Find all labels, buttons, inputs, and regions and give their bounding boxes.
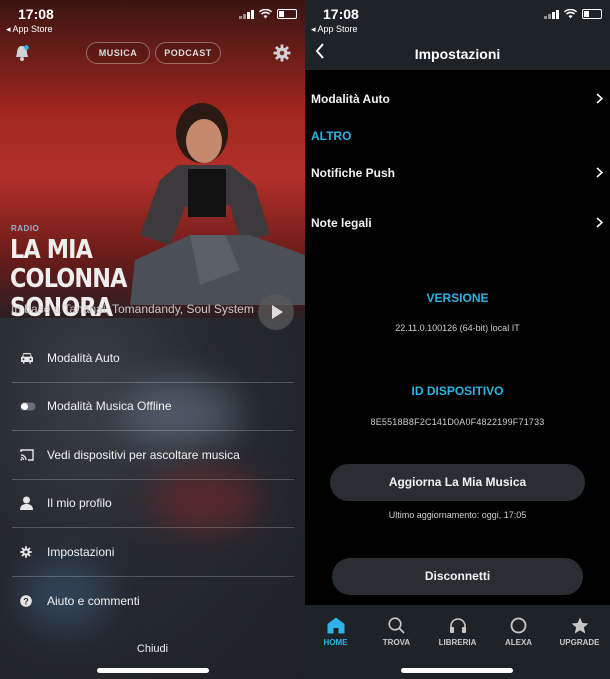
tab-upgrade[interactable]: UPGRADE — [549, 617, 610, 647]
wifi-icon — [564, 9, 577, 19]
signal-icon — [544, 9, 559, 19]
last-update-text: Ultimo aggiornamento: oggi, 17:05 — [388, 510, 527, 520]
menu-item-label: Vedi dispositivi per ascoltare musica — [47, 447, 240, 462]
music-home-screen: 17:08 ◂ App Store MUSICA PODCAST RADIO L… — [0, 0, 305, 679]
signal-icon — [239, 9, 254, 19]
menu-item-car-mode[interactable]: Modalità Auto — [12, 334, 294, 383]
menu-item-offline-mode[interactable]: Modalità Musica Offline — [12, 383, 294, 431]
bell-icon[interactable] — [14, 44, 30, 62]
menu-item-label: Impostazioni — [47, 544, 115, 559]
menu-item-profile[interactable]: Il mio profilo — [12, 480, 294, 528]
chevron-right-icon — [596, 217, 603, 228]
toggle-icon[interactable] — [20, 402, 36, 411]
hero-subtitle: In base a Tananai, Tomandandy, Soul Syst… — [11, 302, 254, 316]
status-time: 17:08 — [18, 6, 54, 22]
menu-item-label: Aiuto e commenti — [47, 593, 140, 608]
chevron-right-icon — [596, 167, 603, 178]
home-indicator[interactable] — [401, 668, 513, 673]
chevron-right-icon — [596, 93, 603, 104]
settings-header: 17:08 ◂ App Store Impostazioni — [305, 0, 610, 70]
refresh-music-button[interactable]: Aggiorna La Mia Musica — [330, 464, 585, 501]
top-navigation: MUSICA PODCAST — [0, 42, 305, 66]
version-value: 22.11.0.100126 (64-bit) local IT — [395, 323, 520, 333]
hero-title-line: LA MIA COLONNA — [10, 235, 127, 294]
help-icon: ? — [20, 594, 32, 607]
back-to-app-link[interactable]: ◂ App Store — [311, 24, 358, 35]
menu-item-label: Modalità Musica Offline — [47, 399, 172, 414]
back-to-app-link[interactable]: ◂ App Store — [6, 24, 53, 35]
tab-alexa[interactable]: ALEXA — [488, 617, 549, 647]
device-id-value: 8E5518B8F2C141D0A0F4822199F71733 — [370, 417, 545, 427]
star-icon — [571, 617, 588, 634]
svg-text:?: ? — [23, 596, 29, 606]
menu-item-settings[interactable]: Impostazioni — [12, 528, 294, 577]
hero-tag: RADIO — [11, 224, 40, 233]
search-icon — [388, 617, 405, 634]
battery-icon — [582, 9, 602, 19]
status-bar: 17:08 ◂ App Store — [305, 0, 610, 38]
person-icon — [20, 496, 33, 511]
menu-item-label: Il mio profilo — [47, 496, 112, 511]
tab-musica[interactable]: MUSICA — [86, 42, 150, 64]
tab-label: LIBRERIA — [438, 638, 477, 647]
home-indicator[interactable] — [97, 668, 209, 673]
settings-screen: 17:08 ◂ App Store Impostazioni Modalità … — [305, 0, 610, 679]
wifi-icon — [259, 9, 272, 19]
tab-libreria[interactable]: LIBRERIA — [427, 617, 488, 647]
play-button[interactable] — [258, 294, 294, 330]
cast-icon — [20, 449, 34, 461]
side-menu: Modalità Auto Modalità Musica Offline Ve… — [12, 334, 294, 625]
tab-label: UPGRADE — [559, 638, 600, 647]
disconnect-button[interactable]: Disconnetti — [332, 558, 583, 595]
gear-icon — [20, 546, 32, 558]
close-button[interactable]: Chiudi — [0, 643, 305, 655]
menu-item-label: Modalità Auto — [47, 350, 120, 365]
tab-label: TROVA — [382, 638, 411, 647]
tab-podcast[interactable]: PODCAST — [155, 42, 221, 64]
version-label: VERSIONE — [426, 291, 489, 305]
status-bar: 17:08 ◂ App Store — [0, 0, 305, 38]
alexa-icon — [510, 617, 527, 634]
gear-icon[interactable] — [273, 44, 291, 62]
menu-item-devices[interactable]: Vedi dispositivi per ascoltare musica — [12, 431, 294, 480]
battery-icon — [277, 9, 297, 19]
section-label-other: ALTRO — [311, 129, 352, 143]
settings-row-car-mode[interactable]: Modalità Auto — [311, 92, 603, 106]
car-icon — [21, 352, 33, 364]
device-id-label: ID DISPOSITIVO — [411, 384, 504, 398]
settings-row-label: Modalità Auto — [311, 92, 390, 106]
tab-trova[interactable]: TROVA — [366, 617, 427, 647]
headphones-icon — [449, 618, 466, 633]
tab-label: ALEXA — [504, 638, 533, 647]
tab-label: HOME — [323, 638, 348, 647]
menu-item-help[interactable]: ? Aiuto e commenti — [12, 577, 294, 626]
settings-row-push[interactable]: Notifiche Push — [311, 166, 603, 180]
settings-row-label: Note legali — [311, 216, 372, 230]
status-time: 17:08 — [323, 6, 359, 22]
settings-row-label: Notifiche Push — [311, 166, 396, 180]
settings-row-legal[interactable]: Note legali — [311, 216, 603, 230]
home-icon — [327, 617, 344, 634]
tab-home[interactable]: HOME — [305, 617, 366, 647]
page-title: Impostazioni — [414, 46, 501, 62]
